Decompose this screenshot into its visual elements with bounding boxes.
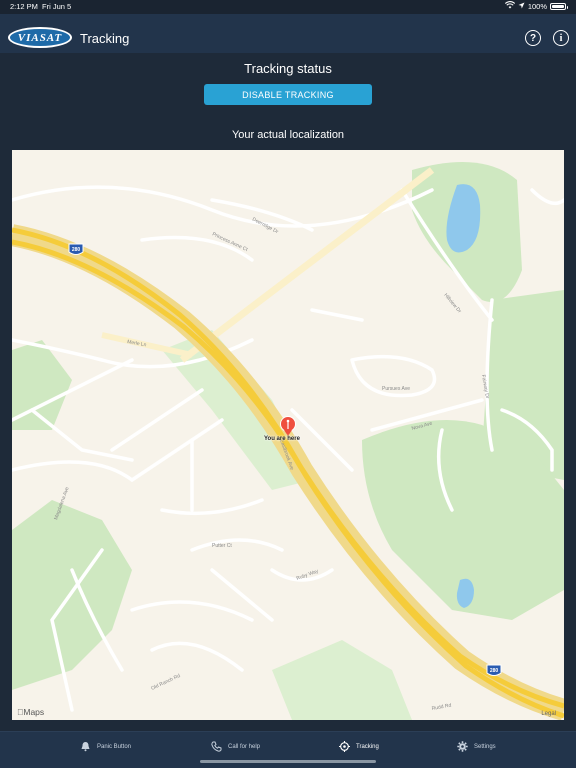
maps-attribution[interactable]: Maps	[17, 707, 44, 717]
status-right: 100%	[504, 1, 568, 11]
location-arrow-icon	[518, 2, 525, 11]
tab-tracking[interactable]: Tracking	[339, 741, 379, 752]
logo-text: VIASAT	[17, 31, 63, 44]
map-view[interactable]: 280 280 Princess Anne Ct Deerridge Dr Me…	[12, 150, 564, 720]
status-time: 2:12 PM	[10, 2, 38, 11]
status-date: Fri Jun 5	[42, 2, 72, 11]
battery-percent: 100%	[527, 1, 547, 11]
tab-label-tracking: Tracking	[356, 743, 379, 750]
shield-number-bottom: 280	[490, 668, 499, 674]
highway-shield-bottom: 280	[486, 664, 502, 676]
bell-icon	[80, 741, 91, 752]
info-icon[interactable]: i	[553, 30, 569, 46]
legal-link[interactable]: Legal	[541, 711, 556, 717]
tab-settings[interactable]: Settings	[457, 741, 496, 752]
wifi-icon	[504, 1, 515, 11]
home-indicator[interactable]	[200, 760, 376, 763]
street-label-pursues: Pursues Ave	[382, 386, 410, 392]
pin-label: You are here	[264, 436, 300, 442]
viasat-logo: VIASAT	[8, 27, 72, 48]
tab-label-settings: Settings	[474, 743, 496, 750]
street-label-merle: Merle Ln	[127, 339, 147, 348]
highway-shield-top: 280	[68, 243, 84, 255]
gear-icon	[457, 741, 468, 752]
status-bar: 2:12 PM Fri Jun 5 100%	[0, 0, 576, 14]
help-icon[interactable]: ?	[525, 30, 541, 46]
crosshair-icon	[339, 741, 350, 752]
main-content: Tracking status DISABLE TRACKING Your ac…	[0, 53, 576, 731]
tracking-status-title: Tracking status	[244, 61, 332, 76]
street-label-hillview: Hillview Dr	[442, 292, 462, 314]
tab-call-for-help[interactable]: Call for help	[211, 741, 260, 752]
tab-label-panic: Panic Button	[97, 743, 132, 750]
battery-icon	[550, 2, 568, 10]
disable-tracking-button[interactable]: DISABLE TRACKING	[204, 84, 372, 105]
street-label-old-ranch: Old Ranch Rd	[150, 673, 181, 692]
maps-attribution-text: Maps	[17, 707, 44, 717]
street-label-putter: Putter Ct	[212, 543, 232, 549]
location-label: Your actual localization	[231, 129, 345, 141]
tab-label-call: Call for help	[228, 743, 261, 750]
street-label-rudd: Rudd Rd	[431, 703, 452, 712]
map-graphic: 280 280 Princess Anne Ct Deerridge Dr Me…	[12, 162, 564, 720]
phone-icon	[211, 741, 222, 752]
shield-number-top: 280	[72, 247, 81, 253]
tab-panic-button[interactable]: Panic Button	[80, 741, 131, 752]
page-title: Tracking	[80, 31, 130, 46]
